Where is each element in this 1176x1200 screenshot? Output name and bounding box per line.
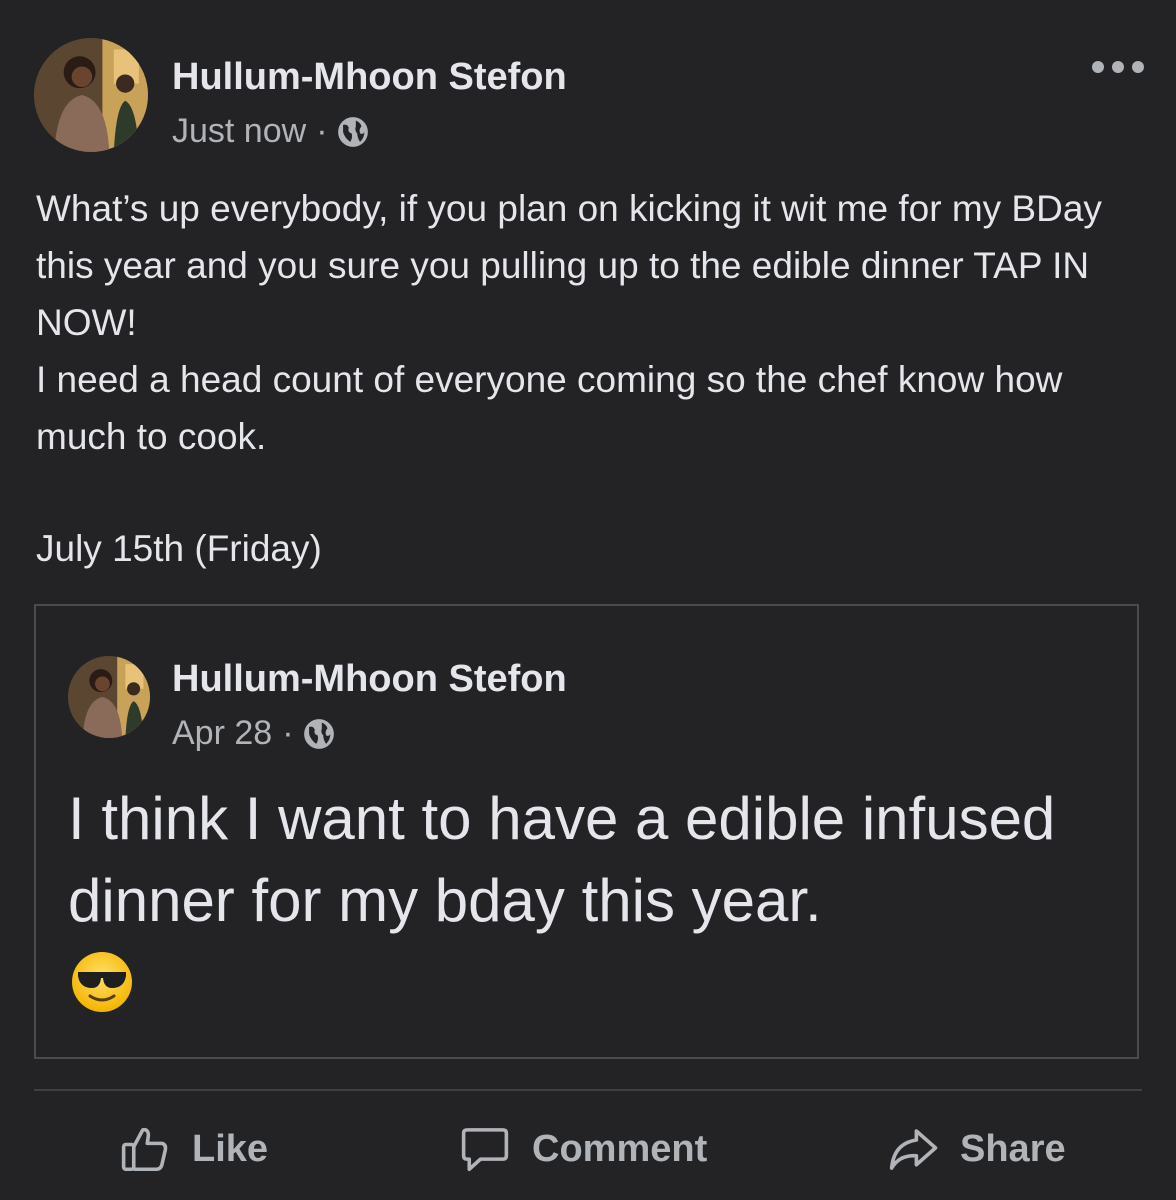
- avatar-photo: [68, 656, 150, 738]
- globe-icon[interactable]: [336, 115, 370, 149]
- globe-icon: [302, 717, 336, 751]
- comment-bubble-icon: [458, 1122, 512, 1176]
- post-text-paragraph: What’s up everybody, if you plan on kick…: [36, 188, 1102, 343]
- shared-author-name[interactable]: Hullum-Mhoon Stefon: [172, 658, 567, 701]
- more-dot: [1112, 61, 1124, 73]
- shared-post-text: I think I want to have a edible infused …: [68, 785, 1056, 934]
- thumbs-up-icon: [118, 1122, 172, 1176]
- author-name[interactable]: Hullum-Mhoon Stefon: [172, 56, 567, 99]
- shared-post-meta: Apr 28 ·: [172, 714, 336, 753]
- meta-separator: ·: [316, 112, 328, 150]
- meta-separator: ·: [282, 714, 294, 752]
- more-options-icon[interactable]: [1092, 52, 1144, 82]
- shared-author-avatar[interactable]: [68, 656, 150, 738]
- like-button[interactable]: Like: [118, 1120, 268, 1178]
- avatar-photo: [34, 38, 148, 152]
- post-text-paragraph: I need a head count of everyone coming s…: [36, 359, 1063, 457]
- shared-post-timestamp[interactable]: Apr 28: [172, 714, 272, 753]
- post-date-line: July 15th (Friday): [36, 528, 322, 569]
- more-dot: [1132, 61, 1144, 73]
- post-meta: Just now ·: [172, 112, 370, 151]
- action-divider: [34, 1089, 1142, 1091]
- post-body: What’s up everybody, if you plan on kick…: [36, 180, 1146, 465]
- more-dot: [1092, 61, 1104, 73]
- comment-label: Comment: [532, 1127, 708, 1170]
- post-timestamp[interactable]: Just now: [172, 112, 306, 151]
- smiling-face-with-sunglasses-emoji: [70, 950, 134, 1014]
- shared-post[interactable]: Hullum-Mhoon Stefon Apr 28 · I think I w…: [34, 604, 1139, 1059]
- share-label: Share: [960, 1127, 1066, 1170]
- share-arrow-icon: [886, 1122, 940, 1176]
- author-avatar[interactable]: [34, 38, 148, 152]
- share-button[interactable]: Share: [886, 1120, 1066, 1178]
- post-card: Hullum-Mhoon Stefon Just now · What’s up…: [0, 0, 1176, 1200]
- like-label: Like: [192, 1127, 269, 1170]
- comment-button[interactable]: Comment: [458, 1120, 707, 1178]
